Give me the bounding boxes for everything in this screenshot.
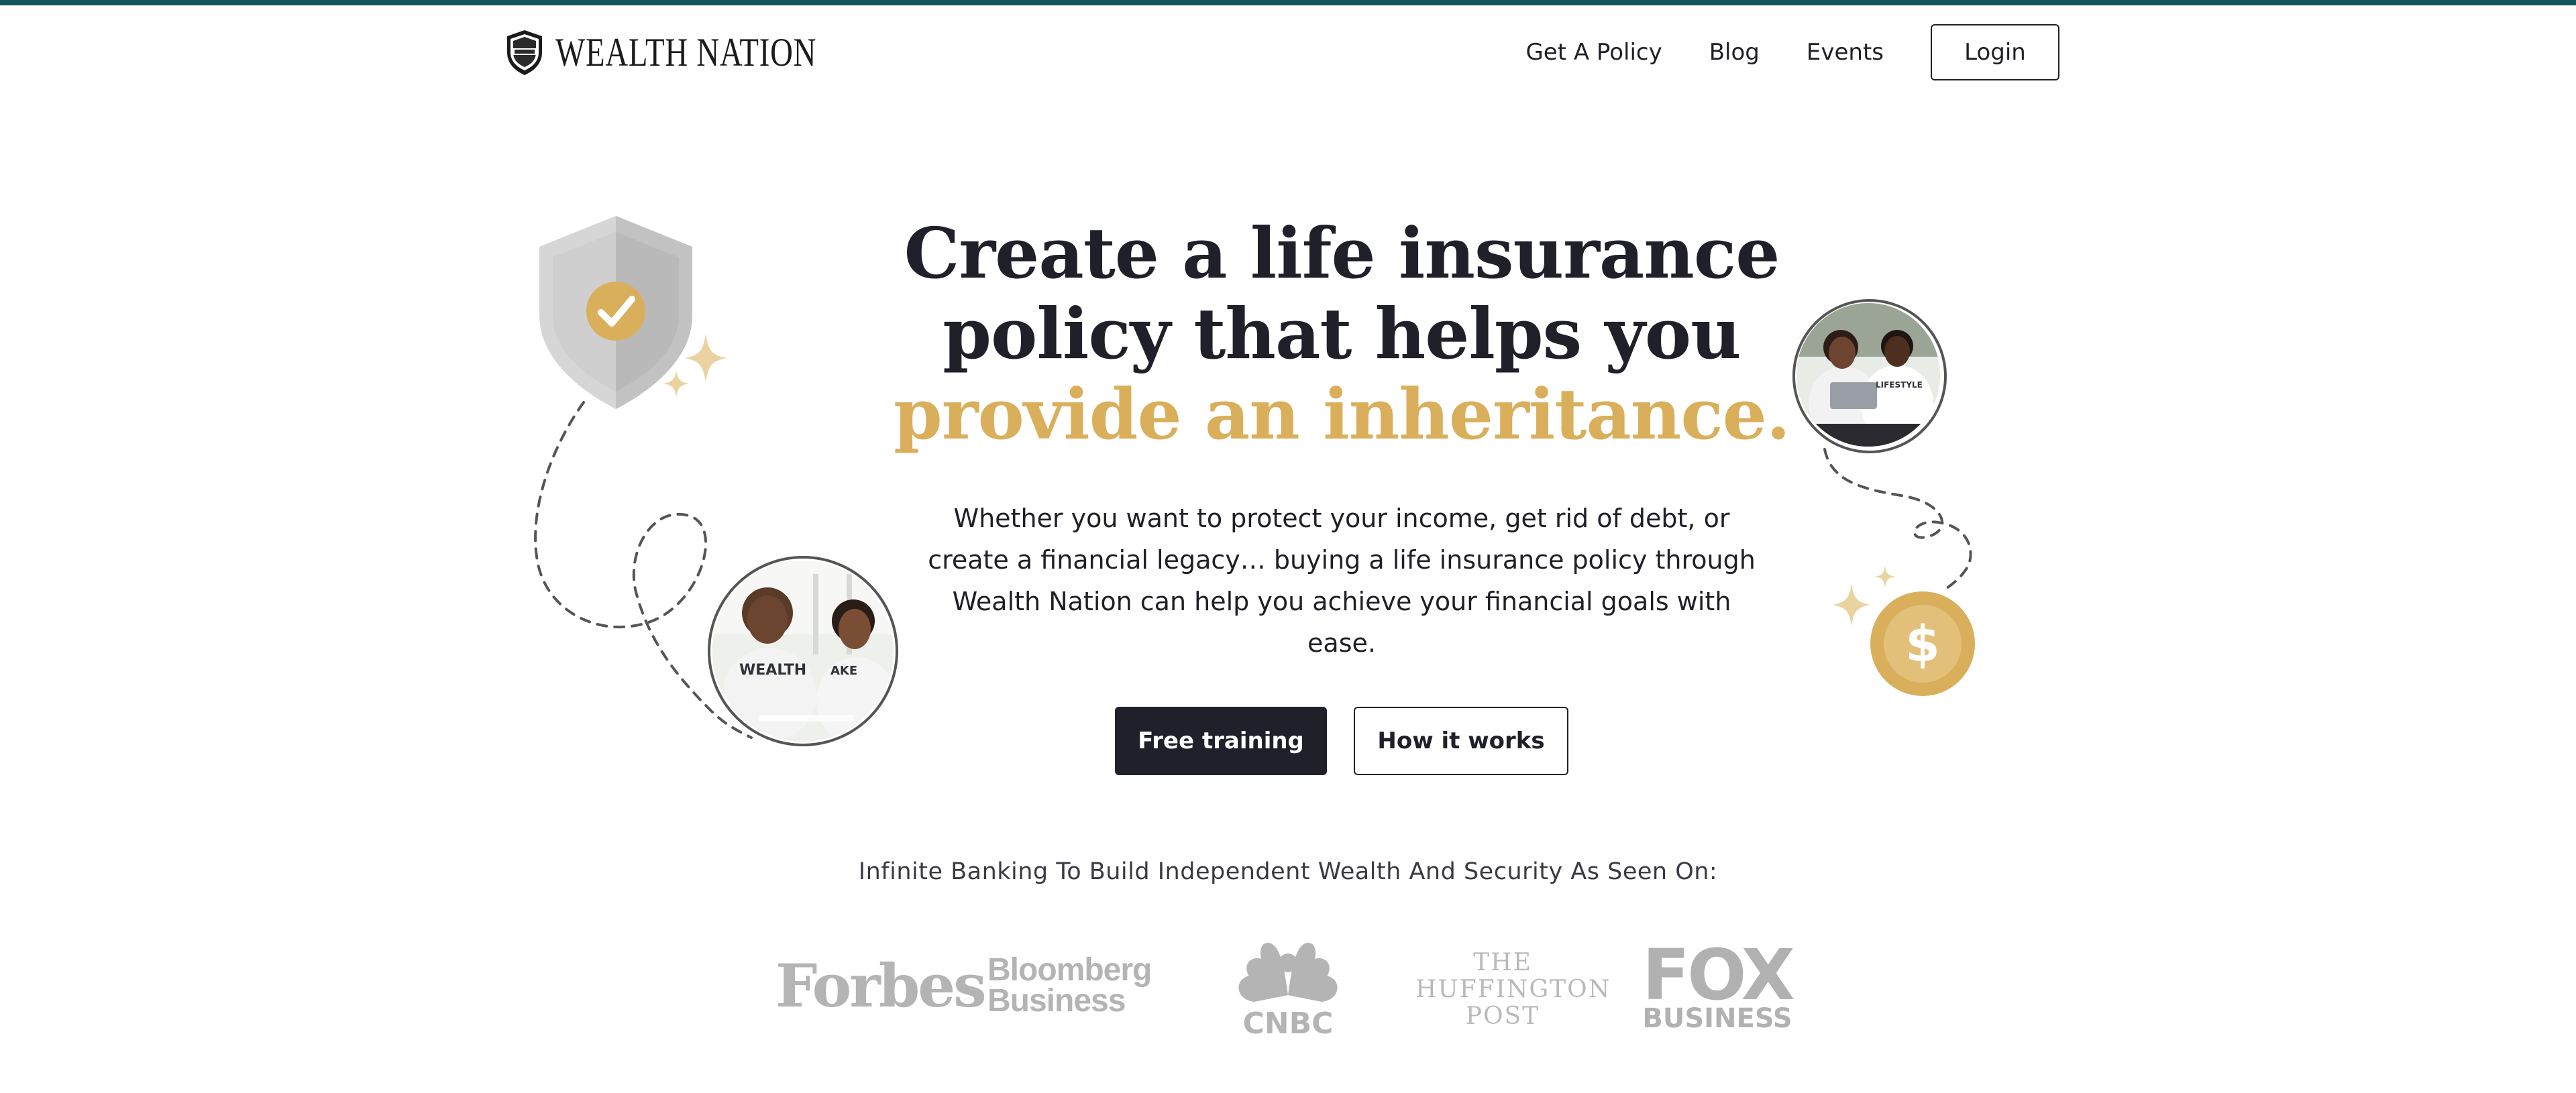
huffington-post-logo: THE HUFFINGTON POST xyxy=(1415,949,1611,1057)
sparkle-icon xyxy=(663,334,727,397)
couple-photo-illustration: WEALTH AKE xyxy=(712,561,894,742)
site-header: WEALTH NATION Get A Policy Blog Events L… xyxy=(0,5,2576,99)
fox-logo-line-2: BUSINESS xyxy=(1642,1003,1792,1034)
couple-photo-right: LIFESTYLE xyxy=(1796,303,1940,447)
forbes-logo: Forbes xyxy=(775,951,987,1021)
bloomberg-logo-line-1: Bloomberg xyxy=(987,952,1152,988)
hero-title-line-2: policy that helps you xyxy=(943,292,1741,375)
top-accent-stripe xyxy=(0,0,2576,5)
brand-logo[interactable]: WEALTH NATION xyxy=(503,28,890,76)
shirt-text-left: WEALTH xyxy=(739,662,806,679)
login-button[interactable]: Login xyxy=(1931,24,2059,80)
couple-photo-illustration: LIFESTYLE xyxy=(1796,303,1940,447)
free-training-button[interactable]: Free training xyxy=(1115,707,1327,775)
dollar-coin-icon: $ xyxy=(1870,591,1975,696)
bloomberg-logo-line-2: Business xyxy=(987,983,1126,1019)
bloomberg-business-logo: Bloomberg Business xyxy=(987,952,1152,1062)
shirt-text-lifestyle: LIFESTYLE xyxy=(1876,380,1923,390)
huffington-line-3: POST xyxy=(1465,1002,1540,1030)
cnbc-logo-text: CNBC xyxy=(1243,1006,1334,1037)
huffington-line-1: THE xyxy=(1473,949,1532,976)
hero-title-highlight: provide an inheritance. xyxy=(893,373,1790,455)
shield-crest-icon xyxy=(507,30,542,75)
right-photo-frame: LIFESTYLE xyxy=(1791,298,1948,455)
couple-photo-left: WEALTH AKE xyxy=(712,561,894,742)
cta-row: Free training How it works xyxy=(1115,707,1568,775)
cnbc-logo: CNBC xyxy=(1238,942,1338,1037)
fox-business-logo: FOX BUSINESS xyxy=(1630,934,1805,1049)
nav-events[interactable]: Events xyxy=(1807,39,1884,66)
svg-text:$: $ xyxy=(1905,616,1940,673)
huffington-line-2: HUFFINGTON xyxy=(1415,976,1611,1003)
how-it-works-button[interactable]: How it works xyxy=(1354,707,1568,775)
left-photo-frame: WEALTH AKE xyxy=(706,554,900,748)
nav-blog[interactable]: Blog xyxy=(1709,39,1760,66)
press-heading: Infinite Banking To Build Independent We… xyxy=(858,858,1718,885)
nav-get-a-policy[interactable]: Get A Policy xyxy=(1525,39,1662,66)
brand-name: WEALTH NATION xyxy=(555,30,817,74)
hero-subtitle: Whether you want to protect your income,… xyxy=(928,504,1756,658)
main-nav: Get A Policy Blog Events Login xyxy=(1525,24,2059,80)
shirt-text-right: AKE xyxy=(830,664,857,678)
fox-logo-line-1: FOX xyxy=(1642,934,1795,1016)
hero-title: Create a life insurance policy that help… xyxy=(885,213,1798,455)
hero-title-line-1: Create a life insurance xyxy=(904,212,1780,294)
